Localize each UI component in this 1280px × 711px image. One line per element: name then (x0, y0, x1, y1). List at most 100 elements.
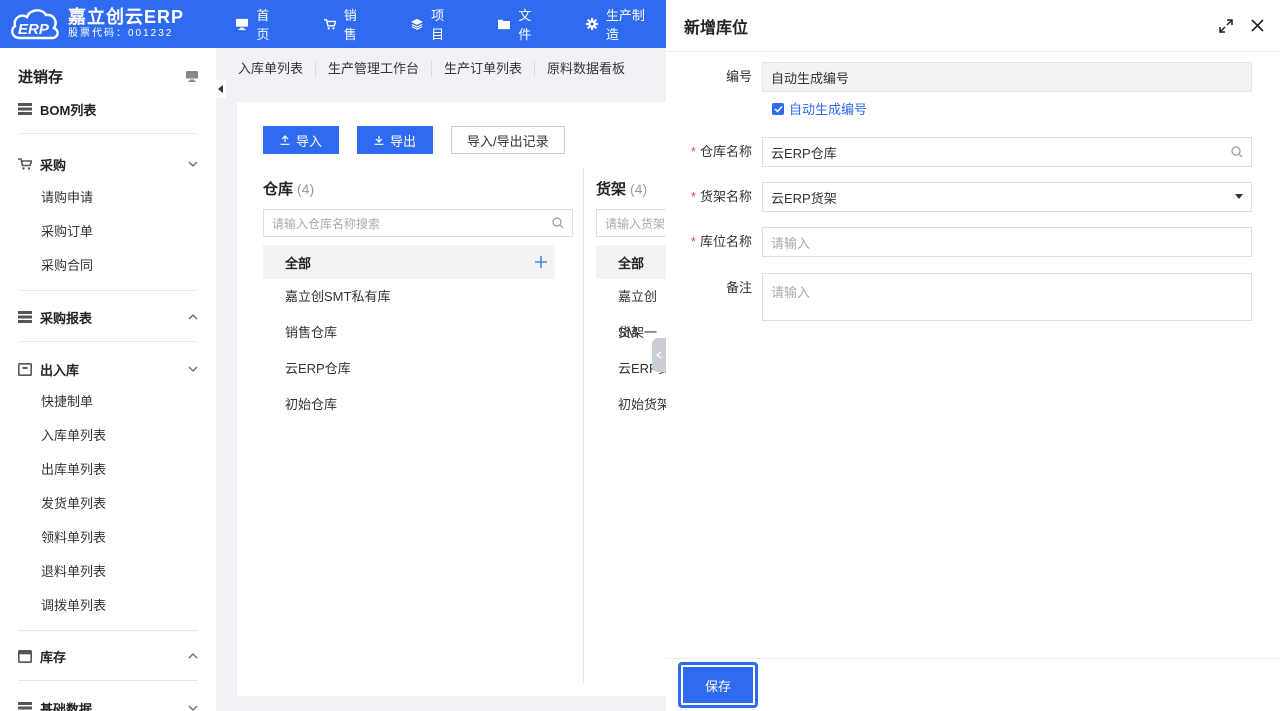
tab-inbound-list[interactable]: 入库单列表 (226, 61, 317, 77)
nav-files[interactable]: 文件 (468, 0, 555, 48)
tab-production-orders[interactable]: 生产订单列表 (432, 61, 536, 77)
code-label: 编号 (725, 69, 752, 84)
import-button[interactable]: 导入 (263, 126, 339, 154)
sidebar-group-inout[interactable]: 出入库 (0, 358, 216, 380)
nav-project-label: 项目 (431, 8, 445, 42)
sidebar-item-transfer-list[interactable]: 调拨单列表 (0, 589, 216, 623)
cart-icon (323, 18, 336, 29)
remark-placeholder: 请输入 (771, 285, 811, 300)
nav-files-label: 文件 (518, 8, 532, 42)
nav-sales-label: 销售 (343, 8, 357, 42)
plus-icon[interactable] (535, 256, 547, 268)
list-item[interactable]: 初始仓库 (263, 387, 573, 423)
sidebar-item-picking-list[interactable]: 领料单列表 (0, 521, 216, 555)
list-item[interactable]: 嘉立创SMT私有库 (263, 279, 573, 315)
list-icon (18, 311, 32, 323)
nav-manufacturing[interactable]: 生产制造 (556, 0, 666, 48)
chevron-down-icon (188, 161, 198, 167)
monitor-icon[interactable] (186, 70, 198, 82)
required-mark: * (690, 234, 696, 249)
nav-home[interactable]: 首页 (206, 0, 293, 48)
location-name-input[interactable]: 请输入 (762, 227, 1252, 257)
close-icon (1251, 19, 1264, 32)
warehouse-search-input[interactable]: 请输入仓库名称搜索 (263, 209, 573, 237)
sidebar-item-purchase-request[interactable]: 请购申请 (0, 181, 216, 215)
toolbar: 导入 导出 导入/导出记录 (263, 126, 565, 154)
expand-button[interactable] (1219, 18, 1233, 33)
drawer-title: 新增库位 (684, 19, 749, 37)
sidebar-item-purchase-contract[interactable]: 采购合同 (0, 249, 216, 283)
list-item[interactable]: 销售仓库 (263, 315, 573, 351)
cloud-logo-icon: ERP (8, 4, 66, 44)
sidebar-group-inventory[interactable]: 库存 (0, 645, 216, 667)
sidebar-divider (18, 680, 198, 681)
save-button[interactable]: 保存 (678, 662, 758, 708)
shelf-count: (4) (630, 181, 648, 197)
form-row-remark: 备注 请输入 (666, 273, 1280, 321)
drawer-resize-handle[interactable] (652, 338, 666, 372)
required-mark: * (690, 189, 696, 204)
close-button[interactable] (1251, 19, 1264, 32)
sidebar-bom-label: BOM列表 (40, 102, 97, 118)
tab-material-dashboard[interactable]: 原料数据看板 (535, 61, 637, 77)
warehouse-list: 全部 嘉立创SMT私有库 销售仓库 云ERP仓库 初始仓库 (263, 245, 573, 423)
sidebar-item-quick-order[interactable]: 快捷制单 (0, 385, 216, 419)
sidebar-basic-data-label: 基础数据 (40, 701, 93, 711)
warehouse-name-value: 云ERP仓库 (771, 145, 837, 161)
form-row-warehouse: * 仓库名称 云ERP仓库 (666, 137, 1280, 167)
sidebar-group-purchase-report[interactable]: 采购报表 (0, 306, 216, 328)
nav-sales[interactable]: 销售 (294, 0, 381, 48)
upload-icon (280, 135, 290, 145)
warehouse-title-label: 仓库 (263, 181, 294, 198)
chevron-left-icon (656, 351, 662, 359)
list-icon (18, 103, 32, 115)
sidebar-purchase-label: 采购 (40, 157, 67, 173)
form-row-code: 编号 自动生成编号 (666, 62, 1280, 92)
top-bar: ERP 嘉立创云ERP 股票代码：001232 首页 销售 项目 文件 生产制造 (0, 0, 666, 48)
drawer-footer: 保存 (666, 658, 1280, 711)
sidebar-group-purchase[interactable]: 采购 (0, 153, 216, 175)
export-button[interactable]: 导出 (357, 126, 433, 154)
sidebar-group-basic-data[interactable]: 基础数据 (0, 697, 216, 711)
shelf-name-label: * 货架名称 (666, 182, 762, 212)
sidebar-item-inbound-list[interactable]: 入库单列表 (0, 419, 216, 453)
sidebar-item-return-list[interactable]: 退料单列表 (0, 555, 216, 589)
shelf-list-all[interactable]: 全部 (596, 245, 676, 279)
sidebar-divider (18, 630, 198, 631)
auto-code-checkbox-row: 自动生成编号 (772, 99, 1072, 118)
import-button-label: 导入 (295, 133, 322, 149)
sidebar-purchase-report-label: 采购报表 (40, 310, 93, 326)
sidebar-item-outbound-list[interactable]: 出库单列表 (0, 453, 216, 487)
auto-code-checkbox[interactable]: 自动生成编号 (772, 99, 867, 118)
sidebar-title: 进销存 (18, 68, 64, 86)
folder-icon (498, 19, 511, 30)
shelf-column: 货架 (4) 请输入货架 全部 嘉立创SM 货架一 云ERP货 初始货架 (596, 178, 676, 423)
sidebar-divider (18, 341, 198, 342)
chevron-up-icon (188, 314, 198, 320)
shelf-name-select[interactable]: 云ERP货架 (762, 182, 1252, 212)
box-icon (18, 362, 32, 376)
top-nav: 首页 销售 项目 文件 生产制造 (206, 0, 666, 48)
sidebar-item-bom[interactable]: BOM列表 (0, 98, 216, 120)
brand-logo[interactable]: ERP 嘉立创云ERP 股票代码：001232 (0, 0, 206, 48)
import-export-records-button[interactable]: 导入/导出记录 (451, 126, 565, 154)
shelf-name-label-text: 货架名称 (699, 189, 752, 204)
sidebar-item-purchase-order[interactable]: 采购订单 (0, 215, 216, 249)
gear-icon (585, 17, 598, 31)
shelf-search-input[interactable]: 请输入货架 (596, 209, 676, 237)
chevron-down-icon (188, 705, 198, 711)
sidebar-item-delivery-list[interactable]: 发货单列表 (0, 487, 216, 521)
warehouse-name-field[interactable]: 云ERP仓库 (762, 137, 1252, 167)
warehouse-search-placeholder: 请输入仓库名称搜索 (272, 216, 381, 231)
tab-production-workbench[interactable]: 生产管理工作台 (316, 61, 433, 77)
remark-textarea[interactable]: 请输入 (762, 273, 1252, 321)
list-item[interactable]: 嘉立创SM (596, 279, 676, 340)
brand-title: 嘉立创云ERP (68, 7, 185, 27)
nav-project[interactable]: 项目 (381, 0, 468, 48)
list-item[interactable]: 初始货架 (596, 387, 676, 423)
warehouse-list-all[interactable]: 全部 (263, 245, 555, 279)
list-item[interactable]: 云ERP仓库 (263, 351, 573, 387)
form-row-location: * 库位名称 请输入 (666, 227, 1280, 257)
nav-manufacturing-label: 生产制造 (605, 8, 645, 42)
sidebar-collapse-button[interactable] (216, 80, 226, 98)
